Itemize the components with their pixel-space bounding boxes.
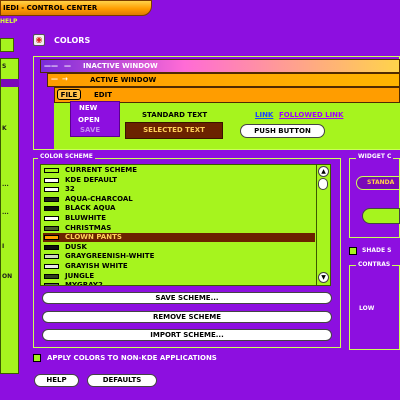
contrast-low-label: LOW xyxy=(359,305,375,312)
active-window-title: ACTIVE WINDOW xyxy=(90,76,157,84)
standard-text[interactable]: STANDARD TEXT xyxy=(142,111,207,119)
push-button-sample[interactable]: PUSH BUTTON xyxy=(240,124,325,138)
scheme-label: JUNGLE xyxy=(65,271,95,280)
widget-color-legend: WIDGET C xyxy=(356,153,394,160)
window-menu-icon: — xyxy=(51,75,58,83)
scheme-swatch xyxy=(44,196,59,202)
sidebar[interactable]: S K ... ... I ON xyxy=(0,58,19,374)
color-scheme-item[interactable]: MYGRAY2 xyxy=(43,281,315,286)
sidebar-item[interactable]: S xyxy=(2,63,6,70)
popup-item-open[interactable]: OPEN xyxy=(78,116,100,124)
sidebar-item[interactable]: ... xyxy=(2,209,9,216)
help-menu[interactable]: HELP xyxy=(0,17,30,27)
sidebar-item[interactable]: I xyxy=(2,243,4,250)
selected-text[interactable]: SELECTED TEXT xyxy=(125,122,223,139)
inactive-window-title: INACTIVE WINDOW xyxy=(83,62,158,70)
apply-colors-checkbox[interactable] xyxy=(33,354,41,362)
scheme-swatch xyxy=(44,225,59,231)
color-scheme-item[interactable]: GRAYISH WHITE xyxy=(43,262,315,271)
defaults-button[interactable]: DEFAULTS xyxy=(87,374,157,387)
scheme-swatch xyxy=(44,177,59,183)
sidebar-item[interactable]: ... xyxy=(2,181,9,188)
scheme-label: KDE DEFAULT xyxy=(65,175,117,184)
color-scheme-legend: COLOR SCHEME xyxy=(38,153,95,160)
menu-file[interactable]: FILE xyxy=(57,89,81,100)
scheme-label: CURRENT SCHEME xyxy=(65,166,138,174)
remove-scheme-button[interactable]: REMOVE SCHEME xyxy=(42,311,332,323)
color-scheme-item[interactable]: KDE DEFAULT xyxy=(43,176,315,185)
shade-checkbox[interactable] xyxy=(349,247,357,255)
color-scheme-item[interactable]: CHRISTMAS xyxy=(43,224,315,233)
window-menu-icon: —— xyxy=(44,62,58,70)
contrast-legend: CONTRAS xyxy=(356,261,393,268)
scheme-swatch xyxy=(44,244,59,250)
popup-item-save[interactable]: SAVE xyxy=(80,126,100,134)
color-scheme-list[interactable]: CURRENT SCHEME KDE DEFAULT 32 AQUA-CHARCOAL… xyxy=(40,164,331,286)
color-scheme-item[interactable]: JUNGLE xyxy=(43,272,315,281)
scheme-swatch xyxy=(44,216,59,221)
help-button[interactable]: HELP xyxy=(34,374,79,387)
scheme-label: CHRISTMAS xyxy=(65,223,112,232)
scroll-down-icon[interactable]: ▼ xyxy=(318,272,329,283)
colors-icon: ◉ xyxy=(33,34,45,46)
scheme-label: BLACK AQUA xyxy=(65,204,116,213)
popup-item-new[interactable]: NEW xyxy=(79,104,97,112)
sidebar-item[interactable]: K xyxy=(2,125,7,132)
sticky-icon: → xyxy=(62,75,68,83)
scheme-swatch xyxy=(44,206,59,212)
sidebar-toggle[interactable] xyxy=(0,38,14,52)
scheme-swatch xyxy=(44,187,59,193)
color-scheme-item[interactable]: CLOWN PANTS xyxy=(43,233,315,243)
shade-label: SHADE S xyxy=(362,247,392,254)
color-scheme-item[interactable]: BLUWHITE xyxy=(43,214,315,223)
title-bar[interactable]: IEDI - CONTROL CENTER xyxy=(0,0,152,16)
sticky-icon: — xyxy=(64,62,71,70)
followed-link-sample[interactable]: FOLLOWED LINK xyxy=(279,111,343,119)
widget-color-select[interactable]: STANDA xyxy=(356,176,400,190)
color-scheme-item[interactable]: BLACK AQUA xyxy=(43,204,315,213)
scheme-label: DUSK xyxy=(65,242,87,251)
color-scheme-item[interactable]: 32 xyxy=(43,185,315,194)
scheme-swatch xyxy=(44,273,59,279)
save-scheme-button[interactable]: SAVE SCHEME... xyxy=(42,292,332,304)
module-title: COLORS xyxy=(54,36,91,45)
color-scheme-item[interactable]: DUSK xyxy=(43,243,315,252)
contrast-group xyxy=(349,265,400,350)
scheme-label: CLOWN PANTS xyxy=(65,233,122,242)
scheme-label: MYGRAY2 xyxy=(65,281,103,286)
scheme-swatch xyxy=(44,264,59,269)
menu-edit[interactable]: EDIT xyxy=(94,91,112,99)
sidebar-selection xyxy=(1,79,19,87)
color-scheme-item[interactable]: GRAYGREENISH-WHITE xyxy=(43,252,315,261)
link-sample[interactable]: LINK xyxy=(255,111,273,119)
color-scheme-item[interactable]: CURRENT SCHEME xyxy=(43,166,315,175)
window-title: IEDI - CONTROL CENTER xyxy=(3,4,98,12)
sidebar-item[interactable]: ON xyxy=(2,273,12,280)
widget-color-button[interactable] xyxy=(362,208,400,224)
scheme-label: 32 xyxy=(65,185,75,194)
scheme-label: AQUA-CHARCOAL xyxy=(65,194,133,203)
widget-color-group xyxy=(349,158,400,238)
scheme-swatch xyxy=(44,283,59,285)
scheme-label: GRAYGREENISH-WHITE xyxy=(65,252,155,261)
scheme-swatch xyxy=(44,168,59,173)
scrollbar-thumb[interactable] xyxy=(318,178,328,190)
scheme-swatch xyxy=(44,254,59,260)
color-scheme-item[interactable]: AQUA-CHARCOAL xyxy=(43,195,315,204)
import-scheme-button[interactable]: IMPORT SCHEME... xyxy=(42,329,332,341)
scheme-label: GRAYISH WHITE xyxy=(65,262,128,270)
scheme-swatch xyxy=(44,235,59,241)
scroll-up-icon[interactable]: ▲ xyxy=(318,166,329,177)
scheme-label: BLUWHITE xyxy=(65,214,106,222)
apply-colors-label: APPLY COLORS TO NON-KDE APPLICATIONS xyxy=(47,354,217,362)
